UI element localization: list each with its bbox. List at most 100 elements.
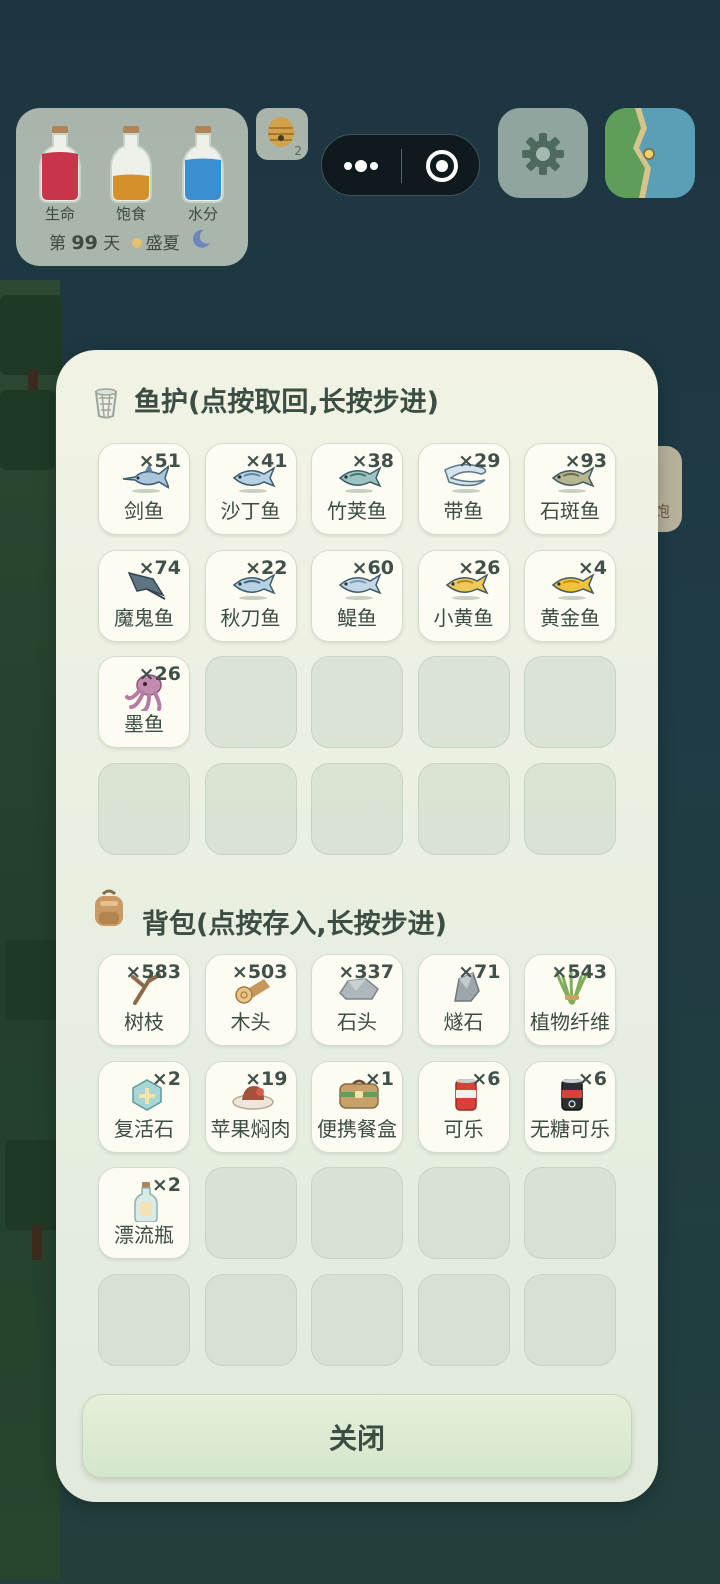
- fish-slot[interactable]: ×4 黄金鱼: [524, 549, 616, 642]
- bag-empty-slot[interactable]: [204, 1167, 297, 1259]
- fish-slot[interactable]: ×38 竹荚鱼: [311, 443, 403, 535]
- bag-slot[interactable]: ×543 植物纤维: [524, 954, 616, 1046]
- fish-empty-slot[interactable]: [98, 762, 190, 855]
- item-name: 鳀鱼: [337, 605, 377, 630]
- fish-slot[interactable]: ×26 小黄鱼: [417, 549, 510, 642]
- bag-slot[interactable]: ×6 无糖可乐: [524, 1060, 616, 1153]
- hydration-bottle-icon: [181, 124, 225, 204]
- fish-empty-slot[interactable]: [524, 656, 616, 748]
- more-menu-icon[interactable]: [322, 135, 401, 197]
- fish-slot[interactable]: ×22 秋刀鱼: [204, 549, 297, 642]
- item-quantity: ×1: [364, 1067, 394, 1090]
- bag-slot[interactable]: ×1 便携餐盒: [311, 1060, 403, 1153]
- fish-section-title: 鱼护(点按取回,长按步进): [134, 387, 439, 418]
- miniprogram-capsule: [321, 134, 480, 196]
- item-quantity: ×74: [138, 556, 181, 579]
- bag-slot[interactable]: ×19 苹果焖肉: [204, 1060, 297, 1153]
- fish-empty-slot[interactable]: [311, 762, 403, 855]
- fish-slot[interactable]: ×74 魔鬼鱼: [98, 549, 190, 642]
- fish-empty-slot[interactable]: [417, 762, 510, 855]
- settings-button[interactable]: [498, 108, 588, 198]
- item-name: 竹荚鱼: [327, 499, 387, 523]
- item-quantity: ×2: [151, 1067, 181, 1090]
- background-tree: [0, 390, 55, 470]
- item-quantity: ×6: [577, 1067, 607, 1090]
- beehive-button[interactable]: 2: [256, 108, 308, 160]
- fish-empty-slot[interactable]: [311, 656, 403, 748]
- fish-slot[interactable]: ×93 石斑鱼: [524, 443, 616, 535]
- item-name: 带鱼: [443, 499, 484, 523]
- item-name: 植物纤维: [530, 1010, 610, 1034]
- fish-basket-grid: ×51 剑鱼 ×41 沙丁鱼 ×38 竹荚鱼 ×29 带鱼 ×93 石斑鱼 ×74 魔鬼鱼 ×22 秋刀鱼…: [98, 443, 616, 855]
- item-name: 小黄鱼: [433, 605, 494, 630]
- fish-empty-slot[interactable]: [204, 762, 297, 855]
- item-quantity: ×543: [551, 961, 607, 983]
- bag-slot[interactable]: ×583 树枝: [98, 954, 190, 1046]
- bag-slot[interactable]: ×71 燧石: [417, 954, 510, 1046]
- fish-slot[interactable]: ×26 墨鱼: [98, 656, 190, 748]
- backpack-icon: [95, 889, 123, 926]
- item-quantity: ×6: [471, 1067, 501, 1090]
- fish-empty-slot[interactable]: [204, 656, 297, 748]
- item-quantity: ×2: [151, 1174, 181, 1196]
- item-quantity: ×60: [351, 556, 394, 579]
- item-name: 可乐: [443, 1116, 484, 1141]
- item-quantity: ×71: [458, 961, 501, 983]
- item-name: 秋刀鱼: [220, 605, 281, 630]
- item-quantity: ×583: [125, 961, 181, 983]
- background-tree: [0, 295, 62, 375]
- item-name: 漂流瓶: [114, 1223, 174, 1247]
- close-miniprogram-icon[interactable]: [402, 135, 481, 197]
- moon-icon: [193, 229, 210, 248]
- bag-empty-slot[interactable]: [417, 1167, 510, 1259]
- item-quantity: ×51: [138, 450, 181, 472]
- bag-slot[interactable]: ×337 石头: [311, 954, 403, 1046]
- item-name: 燧石: [443, 1010, 484, 1034]
- bag-slot[interactable]: ×503 木头: [204, 954, 297, 1046]
- bag-slot[interactable]: ×2 复活石: [98, 1060, 190, 1153]
- item-name: 剑鱼: [124, 499, 164, 523]
- item-name: 黄金鱼: [540, 605, 600, 630]
- item-quantity: ×337: [338, 961, 394, 983]
- item-quantity: ×26: [458, 556, 501, 579]
- background-tree-trunk: [32, 1225, 42, 1260]
- item-quantity: ×22: [245, 556, 288, 579]
- satiety-bottle-icon: [109, 124, 153, 204]
- bag-empty-slot[interactable]: [204, 1273, 297, 1366]
- minimap-icon: [605, 108, 695, 198]
- bag-section-title: 背包(点按存入,长按步进): [142, 909, 447, 940]
- sun-icon: [131, 238, 142, 248]
- item-name: 苹果焖肉: [210, 1116, 291, 1141]
- bag-empty-slot[interactable]: [98, 1273, 190, 1366]
- item-name: 石头: [337, 1010, 377, 1034]
- fish-slot[interactable]: ×60 鳀鱼: [311, 549, 403, 642]
- beehive-count: 2: [294, 144, 302, 158]
- bag-empty-slot[interactable]: [524, 1273, 616, 1366]
- close-button[interactable]: 关闭: [82, 1394, 632, 1478]
- bag-slot[interactable]: ×2 漂流瓶: [98, 1167, 190, 1259]
- item-name: 石斑鱼: [540, 499, 600, 523]
- bag-slot[interactable]: ×6 可乐: [417, 1060, 510, 1153]
- fish-slot[interactable]: ×29 带鱼: [417, 443, 510, 535]
- background-forest: [0, 280, 60, 1580]
- bag-empty-slot[interactable]: [311, 1167, 403, 1259]
- bag-empty-slot[interactable]: [524, 1167, 616, 1259]
- item-quantity: ×93: [564, 450, 607, 472]
- item-quantity: ×19: [245, 1067, 288, 1090]
- fish-empty-slot[interactable]: [524, 762, 616, 855]
- health-label: 生命: [44, 205, 75, 223]
- bag-empty-slot[interactable]: [417, 1273, 510, 1366]
- fish-slot[interactable]: ×51 剑鱼: [98, 443, 190, 535]
- bag-empty-slot[interactable]: [311, 1273, 403, 1366]
- item-name: 魔鬼鱼: [114, 605, 174, 630]
- background-tree: [5, 1140, 60, 1230]
- close-button-label: 关闭: [328, 1422, 385, 1455]
- item-name: 墨鱼: [124, 712, 164, 736]
- satiety-label: 饱食: [115, 205, 146, 223]
- minimap-button[interactable]: [605, 108, 695, 198]
- fish-slot[interactable]: ×41 沙丁鱼: [204, 443, 297, 535]
- fish-empty-slot[interactable]: [417, 656, 510, 748]
- day-suffix: 天: [103, 234, 121, 254]
- item-name: 无糖可乐: [530, 1116, 610, 1141]
- day-prefix: 第: [49, 234, 66, 254]
